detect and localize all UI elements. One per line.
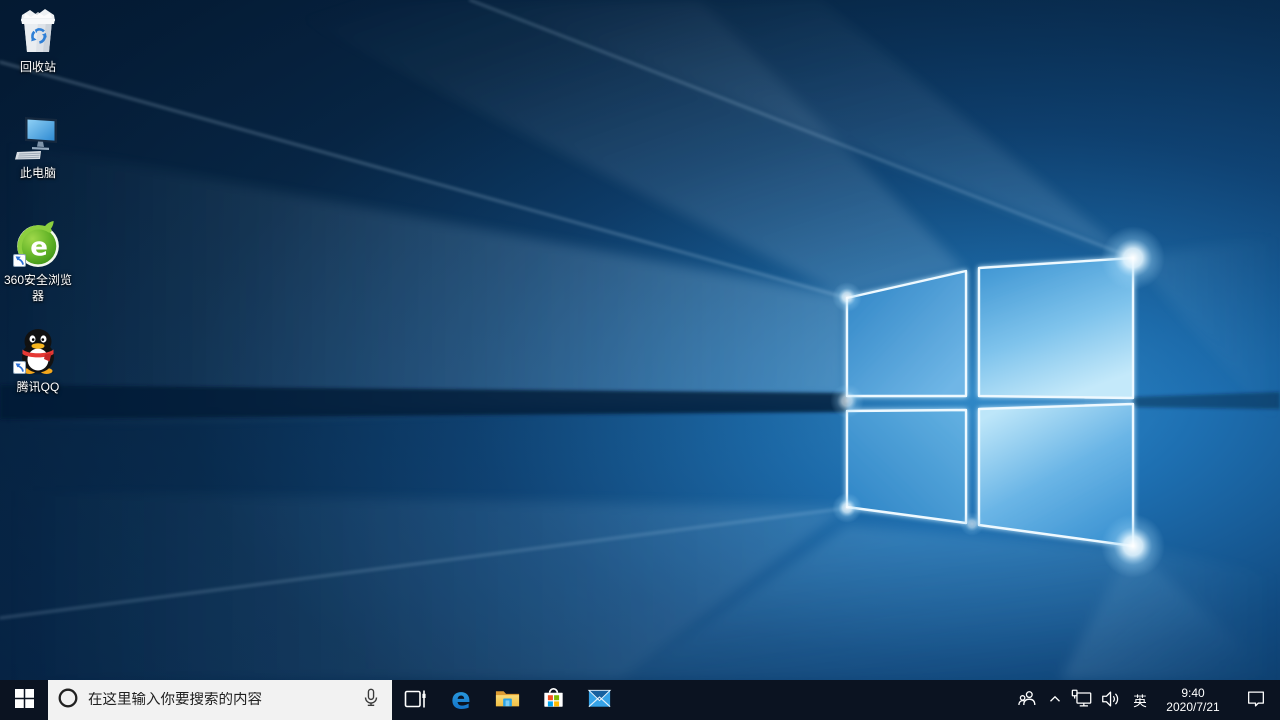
- qq-penguin-icon: [13, 327, 62, 375]
- shortcut-arrow-icon: [13, 254, 26, 267]
- desktop-icon-label: 腾讯QQ: [16, 380, 60, 394]
- wallpaper-windows-hero: [0, 0, 1280, 680]
- ime-label: 英: [1133, 694, 1147, 709]
- network-button[interactable]: [1068, 680, 1096, 720]
- chevron-up-icon: [1046, 690, 1064, 711]
- volume-icon: [1100, 688, 1122, 713]
- people-icon: [1016, 688, 1038, 713]
- ime-indicator[interactable]: 英: [1126, 680, 1154, 720]
- windows-desktop: 回收站 此电脑 e 360安全浏览器 腾讯QQ 在这里输入你要搜索的内容 e 英…: [0, 0, 1280, 720]
- desktop-icon-tencent-qq[interactable]: 腾讯QQ: [0, 327, 76, 395]
- desktop-icon-this-pc[interactable]: 此电脑: [0, 113, 76, 181]
- search-input[interactable]: [88, 692, 351, 708]
- file-explorer-button[interactable]: [484, 680, 530, 720]
- desktop-icon-360-browser[interactable]: e 360安全浏览器: [0, 220, 76, 304]
- 360-browser-icon: e: [13, 220, 62, 268]
- file-explorer-icon: [494, 685, 521, 715]
- mail-icon: [586, 685, 613, 715]
- cortana-circle-icon: [57, 687, 79, 714]
- mail-button[interactable]: [576, 680, 622, 720]
- task-view-button[interactable]: [392, 680, 438, 720]
- desktop-icon-label: 360安全浏览器: [3, 273, 73, 303]
- desktop-icon-recycle-bin[interactable]: 回收站: [0, 7, 76, 75]
- action-center-icon: [1245, 688, 1267, 713]
- recycle-bin-icon: [14, 7, 62, 55]
- task-view-icon: [403, 687, 427, 714]
- desktop-icon-label: 回收站: [19, 60, 56, 74]
- edge-button[interactable]: e: [438, 680, 484, 720]
- people-button[interactable]: [1012, 680, 1042, 720]
- this-pc-icon: [14, 113, 62, 161]
- show-hidden-icons-button[interactable]: [1042, 680, 1068, 720]
- microphone-icon[interactable]: [360, 687, 382, 714]
- store-icon: [540, 685, 567, 715]
- start-windows-icon: [14, 689, 34, 711]
- store-button[interactable]: [530, 680, 576, 720]
- tray-clock[interactable]: 9:40 2020/7/21: [1154, 680, 1232, 720]
- action-center-button[interactable]: [1232, 680, 1280, 720]
- shortcut-arrow-icon: [13, 361, 26, 374]
- volume-button[interactable]: [1096, 680, 1126, 720]
- desktop-icon-label: 此电脑: [19, 166, 56, 180]
- taskbar-search-box[interactable]: [48, 680, 392, 720]
- clock-time: 9:40: [1181, 686, 1205, 700]
- svg-text:e: e: [30, 232, 48, 262]
- svg-text:e: e: [451, 685, 471, 713]
- clock-date: 2020/7/21: [1166, 700, 1220, 714]
- start-button[interactable]: [0, 680, 48, 720]
- edge-icon: e: [447, 681, 475, 716]
- network-ethernet-icon: [1071, 688, 1093, 713]
- taskbar: e: [0, 680, 1280, 720]
- system-tray: 英 9:40 2020/7/21: [1012, 680, 1280, 720]
